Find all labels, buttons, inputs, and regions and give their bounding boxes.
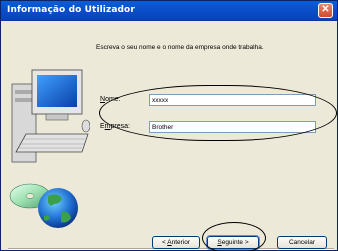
- instructions-text: Escreva o seu nome e o nome da empresa o…: [96, 44, 264, 51]
- back-button[interactable]: < Anterior: [152, 236, 200, 249]
- company-label: Empresa:: [100, 123, 130, 130]
- dialog-body: Escreva o seu nome e o nome da empresa o…: [4, 22, 334, 250]
- cancel-button[interactable]: Cancelar: [277, 236, 327, 249]
- computer-illustration: [9, 69, 90, 228]
- close-icon: ✕: [321, 4, 330, 15]
- name-label: Nome:: [100, 96, 121, 103]
- close-button[interactable]: ✕: [318, 3, 333, 18]
- globe-icon: [38, 188, 78, 228]
- company-input[interactable]: [149, 121, 316, 133]
- title-bar[interactable]: Informação do Utilizador ✕: [1, 1, 337, 21]
- name-input[interactable]: [149, 94, 316, 106]
- window-title: Informação do Utilizador: [7, 5, 135, 15]
- setup-dialog-window: Informação do Utilizador ✕ Escreva o seu…: [0, 0, 338, 251]
- next-button[interactable]: Seguinte >: [206, 235, 260, 250]
